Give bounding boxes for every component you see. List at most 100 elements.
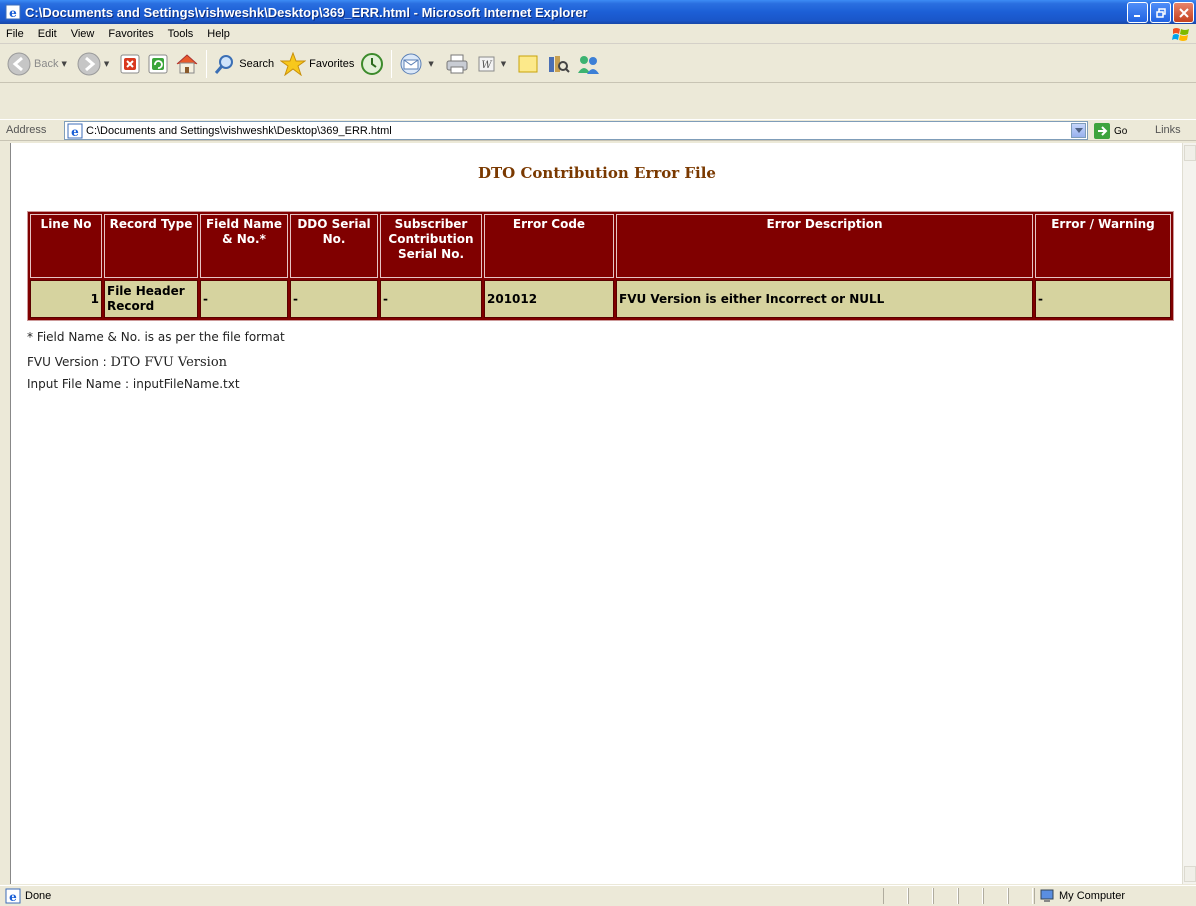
back-dropdown-icon[interactable]: ▼ [61, 60, 66, 68]
menu-tools[interactable]: Tools [161, 28, 201, 40]
toolbar-separator [206, 49, 208, 78]
back-arrow-icon [7, 52, 31, 75]
close-button[interactable] [1173, 2, 1194, 23]
history-button[interactable] [357, 47, 387, 81]
fvu-version-value: DTO FVU Version [110, 355, 228, 370]
ie-page-icon: e [5, 888, 21, 904]
status-pane [958, 888, 983, 904]
status-pane [1008, 888, 1033, 904]
minimize-button[interactable] [1127, 2, 1148, 23]
refresh-button[interactable] [144, 47, 172, 81]
forward-button[interactable]: ▼ [74, 47, 116, 81]
print-button[interactable] [441, 47, 473, 81]
mail-dropdown-icon[interactable]: ▼ [428, 60, 433, 68]
header-subscriber-serial: Subscriber Contribution Serial No. [380, 214, 482, 278]
forward-dropdown-icon[interactable]: ▼ [104, 60, 109, 68]
address-dropdown-button[interactable] [1071, 123, 1086, 138]
header-error-code: Error Code [484, 214, 614, 278]
go-label: Go [1114, 125, 1128, 137]
error-table: Line No Record Type Field Name & No.* DD… [27, 211, 1174, 321]
search-button[interactable]: Search [211, 47, 277, 81]
status-text: Done [25, 890, 52, 902]
vertical-scrollbar[interactable] [1182, 143, 1196, 884]
menu-file[interactable]: File [0, 28, 31, 40]
table-row: 1 File Header Record - - - 201012 FVU Ve… [30, 280, 1171, 318]
security-zone: My Computer [1034, 888, 1125, 904]
header-error-description: Error Description [616, 214, 1033, 278]
status-pane [908, 888, 933, 904]
favorites-label: Favorites [309, 57, 355, 70]
input-file-line: Input File Name : inputFileName.txt [27, 377, 240, 391]
menu-view[interactable]: View [64, 28, 102, 40]
mail-icon [400, 53, 422, 74]
chevron-down-icon [1074, 127, 1083, 133]
research-button[interactable] [543, 47, 573, 81]
status-panes [883, 888, 1033, 904]
history-icon [361, 52, 384, 75]
favorites-button[interactable]: Favorites [277, 47, 357, 81]
table-header-row: Line No Record Type Field Name & No.* DD… [30, 214, 1171, 278]
ie-page-icon: e [67, 123, 83, 139]
edit-button[interactable]: W ▼ [473, 47, 513, 81]
messenger-button[interactable] [573, 47, 605, 81]
address-input[interactable]: e C:\Documents and Settings\vishweshk\De… [64, 121, 1088, 140]
fvu-version-label: FVU Version : [27, 355, 107, 369]
mail-button[interactable]: ▼ [396, 47, 440, 81]
edit-dropdown-icon[interactable]: ▼ [501, 60, 506, 68]
menu-favorites[interactable]: Favorites [101, 28, 160, 40]
scroll-up-button[interactable] [1184, 145, 1196, 161]
search-icon [215, 54, 234, 74]
header-record-type: Record Type [104, 214, 198, 278]
zone-label: My Computer [1059, 890, 1126, 902]
svg-text:W: W [481, 60, 492, 71]
refresh-icon [148, 54, 168, 73]
menu-help[interactable]: Help [200, 28, 237, 40]
menu-edit[interactable]: Edit [31, 28, 64, 40]
forward-arrow-icon [77, 52, 101, 75]
go-arrow-icon [1094, 123, 1110, 139]
svg-text:e: e [71, 125, 79, 139]
cell-ddo-serial: - [290, 280, 378, 318]
minimize-icon [1133, 14, 1140, 17]
header-line-no: Line No [30, 214, 102, 278]
fvu-version-line: FVU Version : DTO FVU Version [27, 355, 227, 370]
header-error-warning: Error / Warning [1035, 214, 1171, 278]
scroll-down-button[interactable] [1184, 866, 1196, 882]
cell-subscriber-serial: - [380, 280, 482, 318]
my-computer-icon [1040, 889, 1054, 902]
discuss-button[interactable] [513, 47, 543, 81]
cell-error-code: 201012 [484, 280, 614, 318]
go-button[interactable]: Go [1093, 122, 1127, 140]
status-text-area: e Done [5, 888, 51, 904]
header-ddo-serial: DDO Serial No. [290, 214, 378, 278]
status-bar: e Done My Computer [0, 885, 1196, 906]
word-edit-icon: W [478, 56, 495, 71]
page-title: DTO Contribution Error File [478, 164, 716, 182]
toolbar-separator [391, 49, 393, 78]
home-icon [176, 53, 198, 73]
header-field-name: Field Name & No.* [200, 214, 288, 278]
address-bar: Address e C:\Documents and Settings\vish… [0, 119, 1196, 141]
cell-error-warning: - [1035, 280, 1171, 318]
restore-button[interactable] [1150, 2, 1171, 23]
cell-field-name: - [200, 280, 288, 318]
window-title: C:\Documents and Settings\vishweshk\Desk… [25, 4, 588, 20]
messenger-people-icon [578, 55, 600, 74]
research-books-icon [549, 55, 570, 73]
back-button[interactable]: Back ▼ [4, 47, 74, 81]
address-label: Address [6, 124, 47, 136]
cell-line-no: 1 [30, 280, 102, 318]
status-pane [933, 888, 958, 904]
title-bar[interactable]: e C:\Documents and Settings\vishweshk\De… [0, 0, 1196, 24]
status-pane [883, 888, 908, 904]
menu-bar: File Edit View Favorites Tools Help [0, 24, 1196, 44]
note-icon [518, 55, 538, 72]
svg-text:e: e [9, 890, 17, 904]
stop-button[interactable] [116, 47, 144, 81]
ie-page-icon: e [5, 4, 21, 20]
home-button[interactable] [172, 47, 202, 81]
links-button[interactable]: Links [1155, 124, 1181, 136]
favorites-star-icon [280, 51, 307, 76]
back-label: Back [34, 57, 59, 70]
search-label: Search [239, 57, 275, 70]
